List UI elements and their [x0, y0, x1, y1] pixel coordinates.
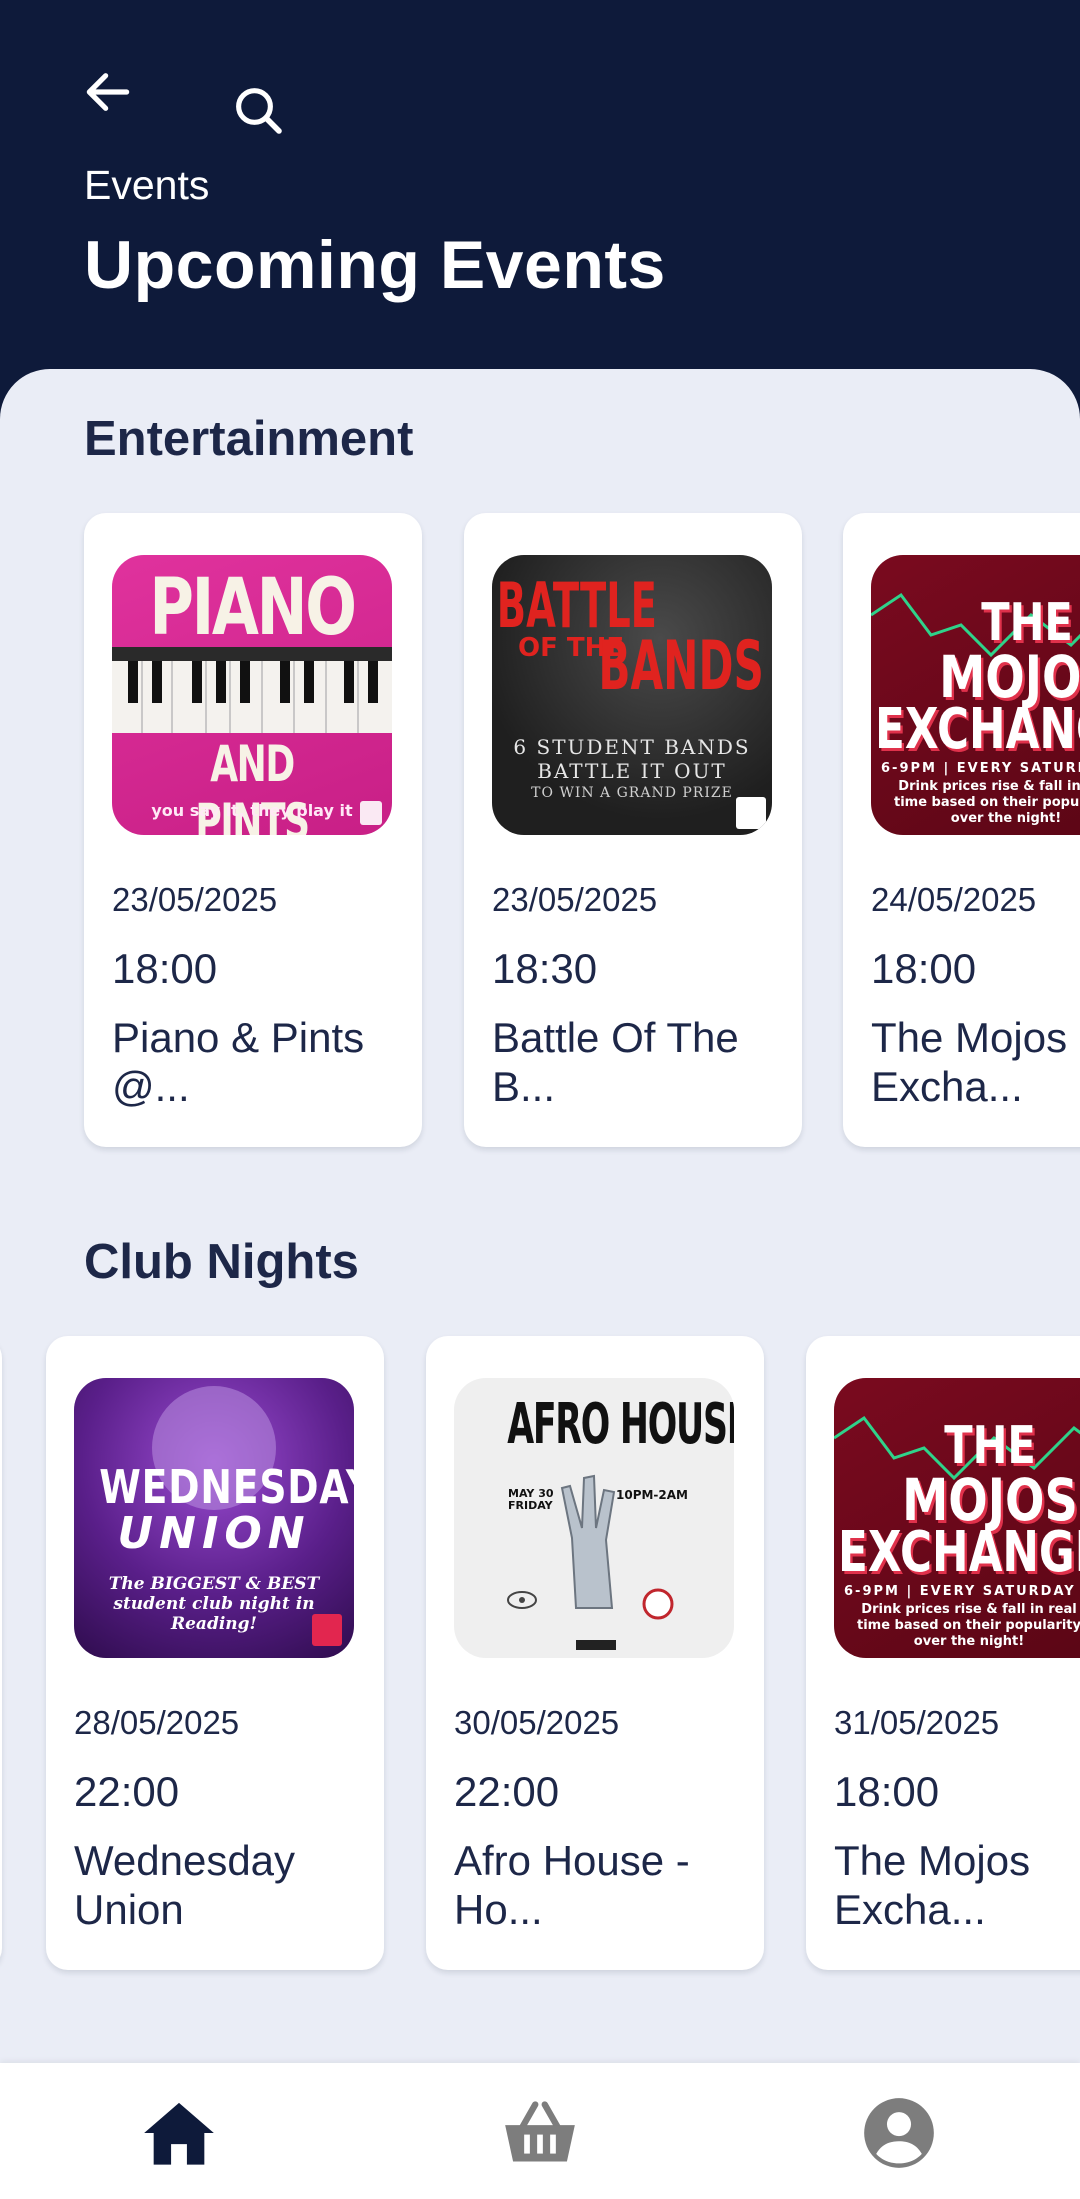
event-time: 22:00 [454, 1768, 560, 1815]
event-date: 30/05/2025 [454, 1704, 620, 1741]
event-name: Afro House - Ho... [454, 1837, 690, 1933]
section-title-entertainment: Entertainment [84, 412, 414, 466]
event-time: 18:30 [492, 945, 598, 992]
event-name: The Mojos Excha... [871, 1014, 1068, 1110]
event-poster-image: WEDNESDAY UNION The BIGGEST & BEST stude… [74, 1378, 354, 1658]
search-icon [236, 88, 282, 134]
event-time: 18:00 [871, 945, 977, 992]
bottom-navigation [0, 2063, 1080, 2199]
arrow-left-icon [86, 73, 130, 111]
basket-icon [505, 2101, 575, 2162]
section-title-club-nights: Club Nights [84, 1235, 359, 1289]
event-name: Battle Of The B... [492, 1014, 739, 1110]
event-card[interactable] [0, 1336, 2, 1970]
event-name: Wednesday Union [74, 1837, 296, 1933]
app-header: Events Upcoming Events [0, 0, 1080, 380]
event-poster-image: THE MOJOS EXCHANGE 6-9PM | EVERY SATURDA… [834, 1378, 1080, 1658]
event-name: The Mojos Excha... [834, 1837, 1031, 1933]
event-poster-image: THE MOJOS EXCHANGE 6-9PM | EVERY SATURDA… [871, 555, 1080, 835]
event-card[interactable]: BATTLE OF THE BANDS 6 STUDENT BANDS BATT… [464, 513, 802, 1147]
event-time: 18:00 [834, 1768, 940, 1815]
event-time: 22:00 [74, 1768, 180, 1815]
search-button[interactable] [228, 80, 288, 140]
entertainment-carousel[interactable]: PIANO AND PINTS you say it, they play it… [0, 513, 1080, 1153]
account-icon [864, 2098, 934, 2168]
back-button[interactable] [78, 62, 138, 122]
home-icon [144, 2102, 214, 2165]
event-date: 23/05/2025 [112, 881, 278, 918]
event-poster-image: BATTLE OF THE BANDS 6 STUDENT BANDS BATT… [492, 555, 772, 835]
events-content: Entertainment PIANO AND PINTS you say it… [0, 369, 1080, 2063]
nav-basket[interactable] [495, 2093, 585, 2173]
event-poster-image: PIANO AND PINTS you say it, they play it [112, 555, 392, 835]
nav-account[interactable] [854, 2093, 944, 2173]
breadcrumb: Events [84, 162, 210, 208]
event-card[interactable]: AFRO HOUSE MAY 30 FRIDAY 10PM-2AM 30/05/… [426, 1336, 764, 1970]
event-poster-image: AFRO HOUSE MAY 30 FRIDAY 10PM-2AM [454, 1378, 734, 1658]
event-card[interactable]: WEDNESDAY UNION The BIGGEST & BEST stude… [46, 1336, 384, 1970]
page-title: Upcoming Events [84, 227, 666, 303]
event-time: 18:00 [112, 945, 218, 992]
event-date: 31/05/2025 [834, 1704, 1000, 1741]
club-nights-carousel[interactable]: WEDNESDAY UNION The BIGGEST & BEST stude… [0, 1336, 1080, 1976]
event-date: 23/05/2025 [492, 881, 658, 918]
event-card[interactable]: THE MOJOS EXCHANGE 6-9PM | EVERY SATURDA… [806, 1336, 1080, 1970]
event-date: 24/05/2025 [871, 881, 1037, 918]
nav-home[interactable] [134, 2093, 224, 2173]
event-date: 28/05/2025 [74, 1704, 240, 1741]
event-name: Piano & Pints @... [112, 1014, 365, 1110]
event-card[interactable]: THE MOJOS EXCHANGE 6-9PM | EVERY SATURDA… [843, 513, 1080, 1147]
event-card[interactable]: PIANO AND PINTS you say it, they play it… [84, 513, 422, 1147]
